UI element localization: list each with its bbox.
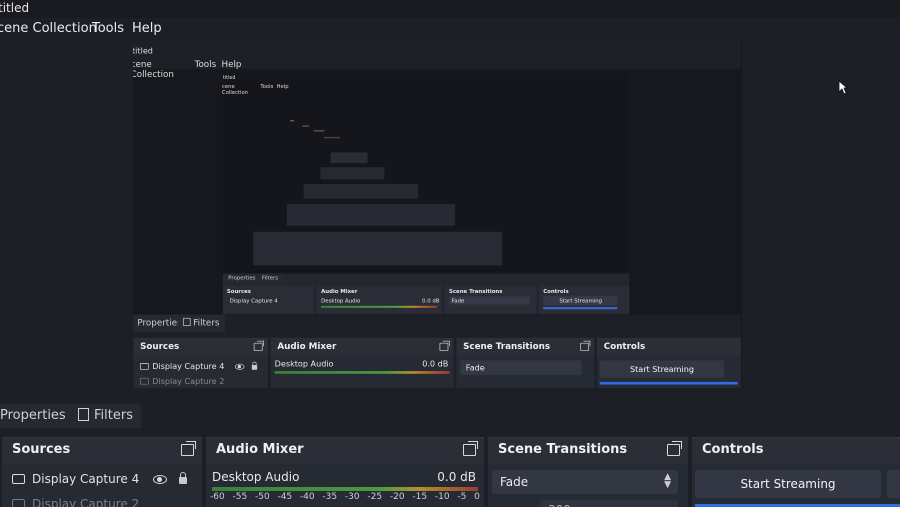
tab-filters[interactable]: Filters <box>70 404 141 428</box>
title-bar: titled <box>0 0 900 18</box>
nested-tab-filters: Filters <box>177 314 225 333</box>
mixer-channel-level: 0.0 dB <box>437 470 476 484</box>
cursor-icon <box>838 80 848 95</box>
tick: 0 <box>474 492 480 502</box>
lock-icon[interactable] <box>179 472 187 484</box>
nested-source-2-label: Display Capture 2 <box>152 376 225 386</box>
nested-menu-tools: Tools <box>194 59 217 70</box>
nested2-menu-scene: cene Collection <box>222 83 249 96</box>
tick: -5 <box>457 492 467 502</box>
nested-mixer-title: Audio Mixer <box>277 341 337 352</box>
nested2-tab-filters: Filters <box>256 273 284 283</box>
duration-value: 300 <box>548 503 571 507</box>
settings-side-button[interactable] <box>887 470 900 498</box>
menu-tools[interactable]: Tools <box>92 21 124 36</box>
nested2-controls-title: Controls <box>543 288 569 295</box>
nested-mixer-level: 0.0 dB <box>422 358 449 369</box>
tick: -25 <box>367 492 383 502</box>
preview-canvas[interactable]: titled cene Collection Tools Help titled… <box>133 42 742 388</box>
source-item-label: Display Capture 4 <box>32 472 140 486</box>
nested-filter-icon <box>183 317 191 327</box>
tick: -35 <box>322 492 338 502</box>
nested2-transitions-title: Scene Transitions <box>448 288 503 295</box>
tick: -60 <box>210 492 225 502</box>
tick: -50 <box>254 492 270 502</box>
tick: -40 <box>299 492 315 502</box>
nested-monitor-icon <box>140 363 149 370</box>
filter-icon <box>78 408 89 421</box>
mixer-channel-name: Desktop Audio <box>212 470 300 484</box>
start-streaming-button[interactable]: Start Streaming <box>695 470 881 498</box>
sources-dock: Sources Display Capture 4 Display Captur… <box>2 437 202 507</box>
transition-select[interactable]: Fade ▲ ▼ <box>492 470 678 494</box>
nested2-transition-fade: Fade <box>451 297 465 304</box>
tick: -10 <box>434 492 450 502</box>
tab-properties[interactable]: Properties <box>0 404 74 428</box>
start-streaming-label: Start Streaming <box>740 477 836 491</box>
nested-tab-filters-label: Filters <box>193 317 220 329</box>
audio-mixer-dock: Audio Mixer Desktop Audio 0.0 dB -60 -55… <box>206 437 484 507</box>
sources-title: Sources <box>12 442 71 457</box>
nested2-sources-title: Sources <box>226 288 252 295</box>
meter-scale: -60 -55 -50 -45 -40 -35 -30 -25 -20 -15 … <box>210 492 480 502</box>
nested2-source-1: Display Capture 4 <box>229 297 278 304</box>
nested-mixer-undock-icon <box>439 340 450 351</box>
tick: -15 <box>412 492 428 502</box>
nested-mixer-channel: Desktop Audio <box>274 358 334 369</box>
nested-sources-title: Sources <box>140 341 180 352</box>
eye-icon[interactable] <box>153 475 167 484</box>
nested-source-1-label: Display Capture 4 <box>152 361 225 372</box>
nested-menu-help: Help <box>221 59 242 70</box>
nested2-menu-help: Help <box>276 83 289 90</box>
tick: -30 <box>344 492 360 502</box>
nested-start-streaming: Start Streaming <box>629 364 694 374</box>
scene-transitions-dock: Scene Transitions Fade ▲▼ 300 <box>488 437 688 507</box>
menu-bar: cene Collection Tools Help <box>0 18 900 40</box>
window-title: titled <box>0 1 30 15</box>
nested2-mixer-channel: Desktop Audio <box>321 297 361 304</box>
transition-value: Fade <box>500 475 529 489</box>
sources-undock-icon[interactable] <box>181 441 196 456</box>
audio-mixer-undock-icon[interactable] <box>463 441 478 456</box>
audio-mixer-title: Audio Mixer <box>216 442 304 457</box>
tab-filters-label: Filters <box>94 408 133 423</box>
volume-meter <box>212 487 478 491</box>
transitions-undock-icon[interactable] <box>667 441 682 456</box>
nested2-mixer-title: Audio Mixer <box>321 288 358 295</box>
nested2-title: titled <box>222 74 236 81</box>
controls-dock: Controls Start Streaming <box>692 437 900 507</box>
nested2-start-streaming: Start Streaming <box>559 297 603 304</box>
source-item[interactable]: Display Capture 4 <box>8 468 196 492</box>
nested-eye-icon <box>234 363 245 370</box>
menu-scene-collection[interactable]: cene Collection <box>0 21 97 36</box>
nested2-menu-tools: Tools <box>260 83 274 90</box>
nested-controls-title: Controls <box>603 341 646 352</box>
nested-title: titled <box>133 46 153 56</box>
nested-transition-value: Fade <box>465 363 485 373</box>
nested-lock-icon <box>251 361 258 370</box>
tick: -45 <box>277 492 293 502</box>
nested-menu-scene-collection: cene Collection <box>133 59 174 80</box>
tick: -20 <box>389 492 405 502</box>
scene-transitions-title: Scene Transitions <box>498 442 628 457</box>
nested-transitions-undock-icon <box>580 340 591 351</box>
nested-sources-undock-icon <box>253 340 264 351</box>
nested-transitions-title: Scene Transitions <box>463 341 551 352</box>
controls-title: Controls <box>702 442 764 457</box>
tick: -55 <box>232 492 248 502</box>
nested2-tab-properties: Properties <box>222 273 261 283</box>
source-item[interactable]: Display Capture 2 <box>8 493 196 507</box>
menu-help[interactable]: Help <box>132 21 162 36</box>
monitor-icon <box>12 474 25 484</box>
nested-monitor-icon-2 <box>140 377 149 385</box>
updown-icon: ▲ ▼ <box>664 472 671 490</box>
nested2-mixer-level: 0.0 dB <box>422 297 440 304</box>
